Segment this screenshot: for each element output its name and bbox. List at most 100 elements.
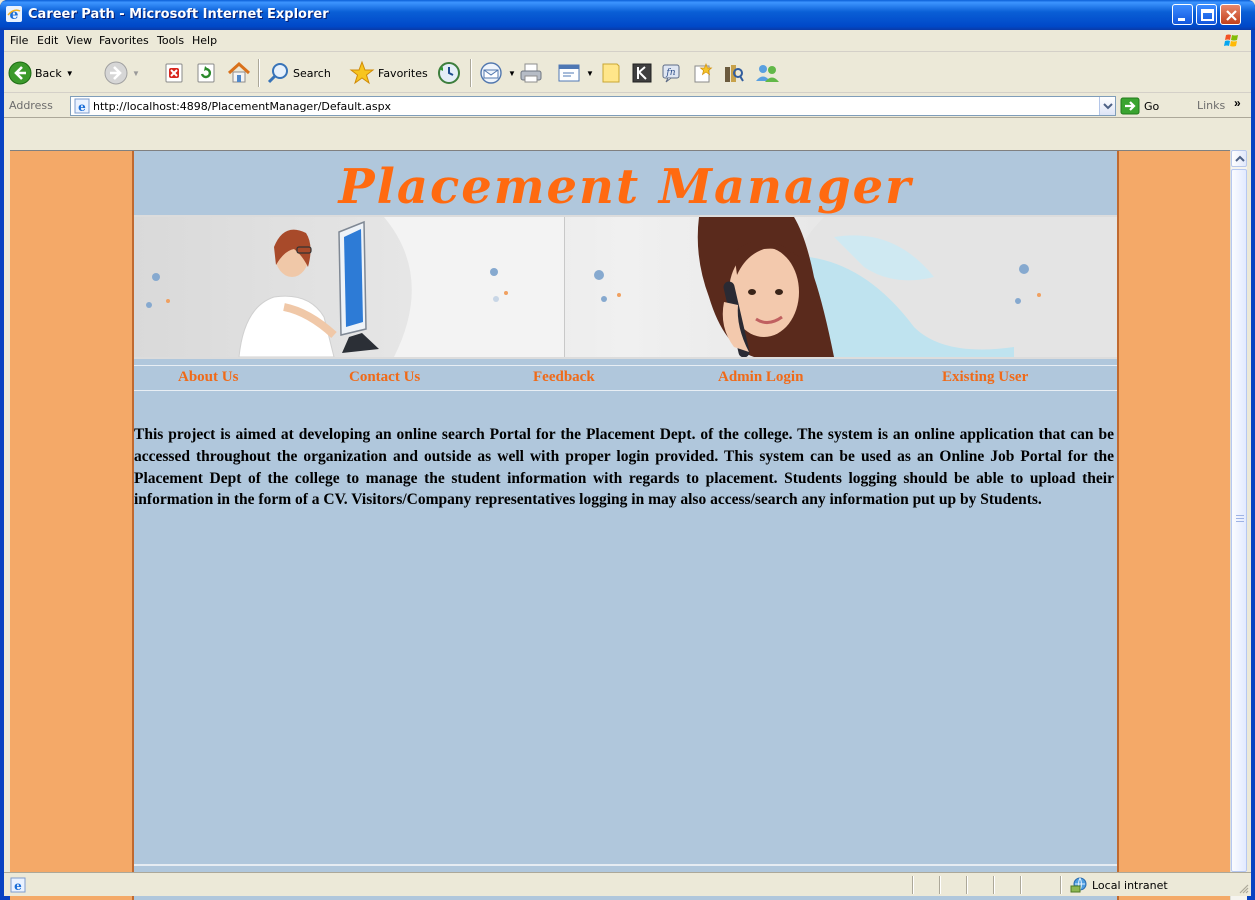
print-button[interactable] (518, 57, 544, 89)
address-input[interactable]: e http://localhost:4898/PlacementManager… (70, 96, 1116, 116)
back-arrow-icon (8, 61, 32, 85)
status-separator (939, 876, 941, 894)
svg-text:e: e (78, 100, 86, 114)
address-label: Address (9, 99, 53, 112)
links-chevron-icon[interactable]: » (1234, 96, 1241, 110)
chevron-up-icon (1235, 155, 1245, 162)
note-icon (602, 63, 620, 83)
nav-about-us-link[interactable]: About Us (178, 369, 238, 386)
back-button[interactable]: Back ▼ (8, 57, 74, 89)
title-bar[interactable]: e Career Path - Microsoft Internet Explo… (0, 0, 1255, 30)
intro-paragraph: This project is aimed at developing an o… (134, 426, 1114, 509)
svg-text:e: e (14, 879, 22, 893)
menu-help[interactable]: Help (192, 34, 217, 47)
scroll-grip-line (1236, 515, 1244, 516)
page-status-icon: e (10, 877, 26, 893)
search-label: Search (293, 66, 331, 80)
maximize-icon (1201, 9, 1214, 21)
links-label[interactable]: Links (1197, 99, 1225, 112)
forward-button[interactable]: ▼ (104, 57, 140, 89)
main-navigation: About Us Contact Us Feedback Admin Login… (134, 365, 1117, 391)
edit-dropdown-icon[interactable]: ▼ (586, 69, 594, 78)
status-separator (912, 876, 914, 894)
menu-favorites[interactable]: Favorites (99, 34, 149, 47)
svg-text:fn: fn (665, 68, 675, 78)
scroll-up-button[interactable] (1231, 150, 1247, 167)
page-content-column: Placement Manager About Us Contact Us Fe… (132, 151, 1119, 900)
internet-explorer-icon: e (6, 6, 22, 22)
address-dropdown-button[interactable] (1099, 97, 1115, 115)
window-border-right (1251, 30, 1255, 900)
local-intranet-icon (1070, 877, 1087, 893)
edit-page-icon (558, 64, 580, 82)
people-icon (756, 65, 779, 82)
standard-toolbar: Back ▼ ▼ Search Favorites ▼ ▼ fn (4, 53, 1251, 93)
status-separator (1020, 876, 1022, 894)
header-banner-image (134, 215, 1117, 359)
favorites-star-icon (349, 60, 375, 85)
favorites-button[interactable]: Favorites (349, 57, 428, 89)
minimize-button[interactable] (1172, 4, 1193, 25)
edit-button[interactable]: ▼ (556, 57, 594, 89)
maximize-button[interactable] (1196, 4, 1217, 25)
page-ie-icon: e (74, 98, 90, 114)
close-icon (1226, 10, 1237, 21)
forward-arrow-icon (104, 61, 128, 85)
scroll-grip-line (1236, 521, 1244, 522)
nav-contact-us-link[interactable]: Contact Us (349, 369, 420, 386)
banner-illustration (134, 217, 1117, 357)
windows-flag-icon (1217, 31, 1247, 51)
stop-button[interactable] (164, 57, 186, 89)
page-viewport: Placement Manager About Us Contact Us Fe… (10, 150, 1234, 900)
resize-grip-icon[interactable] (1237, 882, 1249, 894)
research-button[interactable] (630, 57, 654, 89)
footer-divider (134, 864, 1117, 866)
back-dropdown-icon[interactable]: ▼ (66, 69, 74, 78)
menu-view[interactable]: View (66, 34, 92, 47)
forward-dropdown-icon[interactable]: ▼ (132, 69, 140, 78)
nav-existing-user-link[interactable]: Existing User (942, 369, 1028, 386)
search-icon (267, 63, 288, 84)
go-arrow-icon (1120, 97, 1140, 115)
scroll-thumb[interactable] (1231, 169, 1247, 872)
tools-button[interactable] (691, 57, 715, 89)
status-separator (966, 876, 968, 894)
address-url: http://localhost:4898/PlacementManager/D… (93, 100, 392, 113)
toolbar-separator (258, 59, 260, 87)
nav-admin-login-link[interactable]: Admin Login (718, 369, 803, 386)
scroll-grip-line (1236, 518, 1244, 519)
close-button[interactable] (1220, 4, 1241, 25)
discuss-button[interactable] (599, 57, 623, 89)
search-button[interactable]: Search (266, 57, 331, 89)
minimize-icon (1178, 18, 1185, 21)
books-icon (725, 65, 744, 82)
chat-icon: fn (662, 64, 680, 83)
sparkle-document-icon (694, 63, 713, 83)
printer-icon (520, 63, 542, 83)
mail-dropdown-icon[interactable]: ▼ (508, 69, 516, 78)
window-title: Career Path - Microsoft Internet Explore… (28, 7, 329, 22)
go-button[interactable]: Go (1120, 96, 1159, 116)
mail-button[interactable]: ▼ (478, 57, 516, 89)
contacts-button[interactable] (754, 57, 782, 89)
research-books-button[interactable] (721, 57, 745, 89)
menu-edit[interactable]: Edit (37, 34, 58, 47)
menu-tools[interactable]: Tools (157, 34, 184, 47)
menu-file[interactable]: File (10, 34, 28, 47)
address-bar: Address e http://localhost:4898/Placemen… (4, 94, 1251, 118)
svg-text:e: e (10, 7, 19, 22)
nav-feedback-link[interactable]: Feedback (533, 369, 595, 386)
chevron-down-icon (1103, 103, 1113, 110)
favorites-label: Favorites (378, 66, 428, 80)
refresh-button[interactable] (196, 57, 218, 89)
status-separator (1060, 876, 1062, 894)
messenger-button[interactable]: fn (660, 57, 684, 89)
browser-client-area: File Edit View Favorites Tools Help Back (4, 30, 1251, 900)
back-label: Back (35, 66, 62, 80)
vertical-scrollbar[interactable] (1230, 150, 1247, 900)
home-icon (227, 61, 251, 83)
history-button[interactable] (436, 57, 462, 89)
menu-bar: File Edit View Favorites Tools Help (4, 30, 1251, 52)
home-button[interactable] (226, 57, 252, 89)
stop-icon (165, 63, 183, 83)
